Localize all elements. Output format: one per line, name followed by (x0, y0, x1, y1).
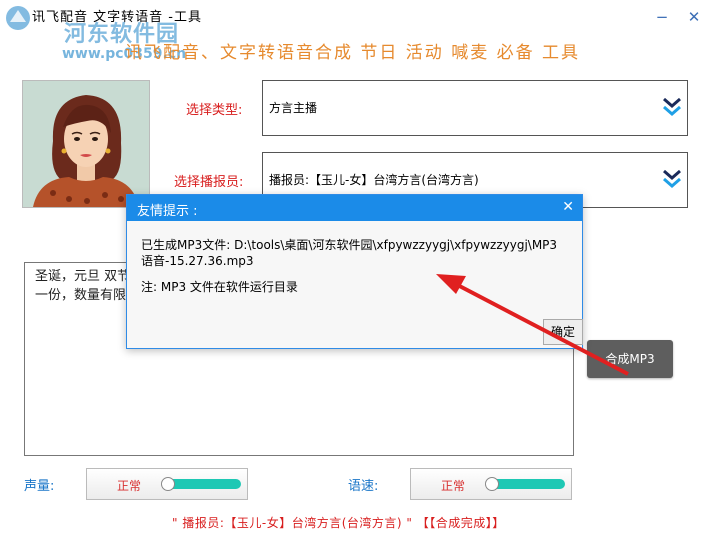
minimize-button[interactable]: − (652, 8, 672, 26)
status-line: " 播报员:【玉儿-女】台湾方言(台湾方言) " 【【合成完成】】 (172, 516, 505, 530)
synthesize-mp3-button[interactable]: 合成MP3 (587, 340, 673, 378)
anchor-select-value: 播报员:【玉儿-女】台湾方言(台湾方言) (269, 173, 479, 187)
speed-label: 语速: (348, 479, 379, 494)
volume-slider-knob[interactable] (161, 477, 175, 491)
chevron-down-icon[interactable] (661, 95, 683, 119)
chevron-down-icon[interactable] (661, 167, 683, 191)
type-label: 选择类型: (186, 103, 243, 118)
volume-label: 声量: (24, 479, 55, 494)
dialog-close-icon[interactable]: ✕ (562, 199, 574, 215)
dialog-ok-button[interactable]: 确定 (543, 319, 583, 345)
info-dialog: 友情提示 : ✕ 已生成MP3文件: D:\tools\桌面\河东软件园\xfp… (126, 194, 583, 349)
volume-slider[interactable]: 正常 (86, 468, 248, 500)
type-select-value: 方言主播 (269, 101, 318, 115)
volume-value: 正常 (117, 479, 142, 493)
avatar (22, 80, 150, 208)
dialog-title-bar[interactable]: 友情提示 : ✕ (127, 195, 582, 221)
dialog-title: 友情提示 : (137, 204, 198, 219)
speed-value: 正常 (441, 479, 466, 493)
dialog-note: 注: MP3 文件在软件运行目录 (141, 280, 298, 294)
dialog-message: 已生成MP3文件: D:\tools\桌面\河东软件园\xfpywzzyygj\… (141, 238, 558, 268)
type-select[interactable]: 方言主播 (262, 80, 688, 136)
speed-slider[interactable]: 正常 (410, 468, 572, 500)
header-menu-line[interactable]: 讯飞配音、文字转语音合成 节日 活动 喊麦 必备 工具 (125, 38, 580, 63)
woman-portrait-icon (23, 81, 149, 207)
anchor-label: 选择播报员: (174, 175, 244, 190)
close-button[interactable]: ✕ (684, 8, 704, 26)
speed-slider-knob[interactable] (485, 477, 499, 491)
